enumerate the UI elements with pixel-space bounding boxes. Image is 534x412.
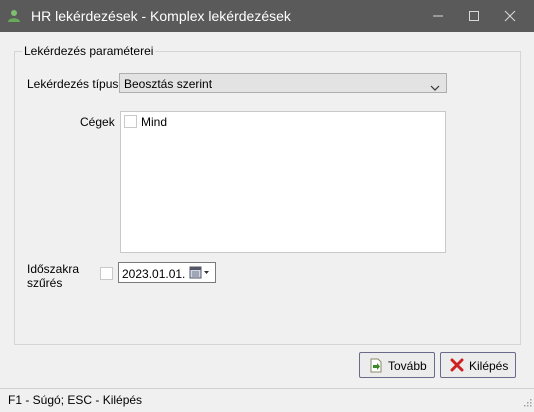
company-checkbox-mind[interactable] (124, 115, 137, 128)
calendar-icon (189, 266, 209, 279)
next-button-label: Tovább (388, 359, 427, 373)
group-title: Lekérdezés paraméterei (22, 44, 156, 58)
period-filter-label-line2: szűrés (27, 276, 63, 290)
company-label-mind: Mind (141, 115, 168, 129)
chevron-down-icon (430, 80, 440, 94)
period-filter-checkbox[interactable] (100, 267, 113, 280)
title-bar[interactable]: HR lekérdezések - Komplex lekérdezések (0, 0, 534, 32)
query-type-select[interactable]: Beosztás szerint (119, 73, 447, 93)
period-filter-label-line1: Időszakra (27, 262, 80, 276)
status-text: F1 - Súgó; ESC - Kilépés (8, 393, 143, 407)
companies-label: Cégek (80, 115, 115, 129)
maximize-button[interactable] (456, 0, 492, 32)
window-title: HR lekérdezések - Komplex lekérdezések (31, 8, 291, 24)
close-button[interactable] (492, 0, 528, 32)
query-type-value: Beosztás szerint (124, 77, 213, 91)
minimize-button[interactable] (420, 0, 456, 32)
next-document-icon (369, 358, 383, 376)
resize-grip[interactable] (522, 396, 532, 410)
close-icon (450, 358, 464, 375)
exit-button-label: Kilépés (469, 359, 509, 373)
calendar-dropdown-button[interactable] (189, 266, 213, 280)
date-value: 2023.01.01. (122, 267, 186, 281)
exit-button[interactable]: Kilépés (440, 352, 516, 378)
query-type-label: Lekérdezés típusa (27, 77, 126, 91)
status-bar: F1 - Súgó; ESC - Kilépés (0, 388, 534, 412)
date-picker[interactable]: 2023.01.01. (118, 262, 216, 283)
companies-list[interactable]: Mind (120, 111, 446, 253)
next-button[interactable]: Tovább (359, 352, 435, 378)
app-icon (7, 9, 21, 23)
